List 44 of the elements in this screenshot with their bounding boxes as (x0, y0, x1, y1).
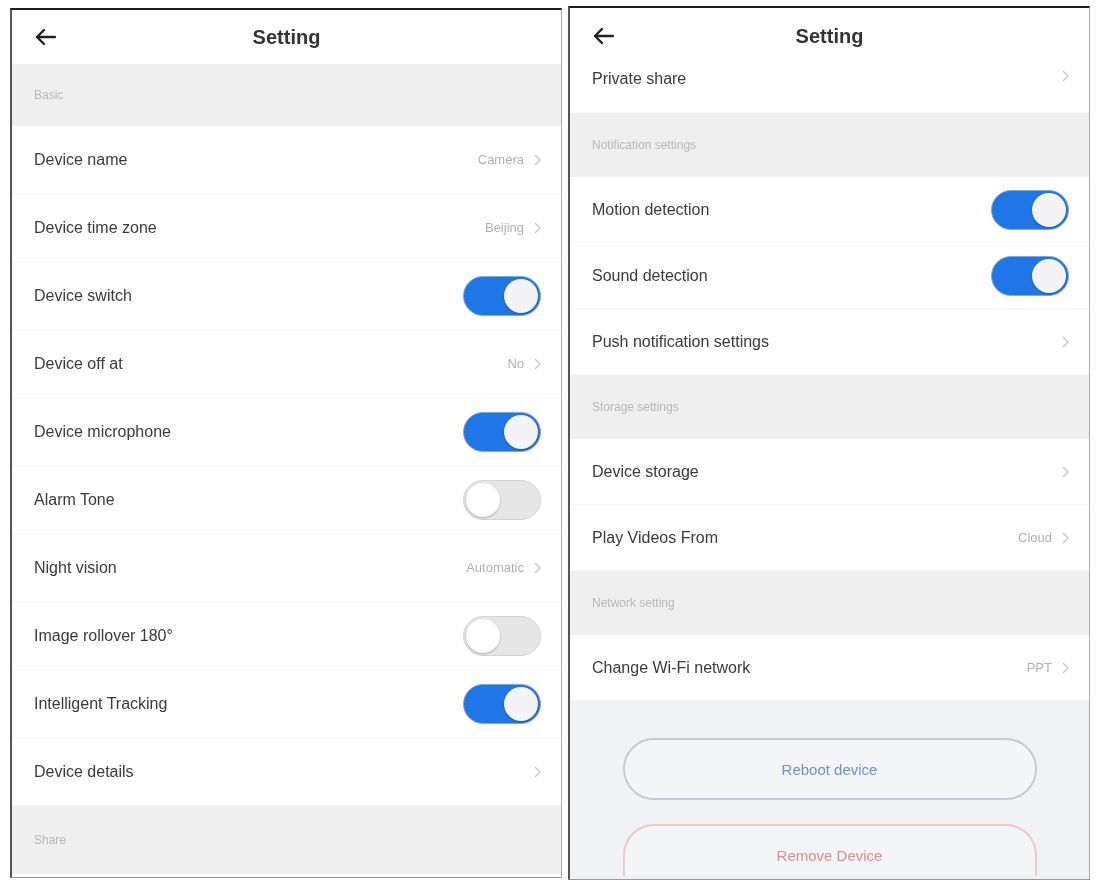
chevron-icon (534, 765, 541, 778)
toggle-switch[interactable] (463, 683, 541, 724)
setting-value: Camera (477, 152, 524, 167)
setting-label: Device microphone (34, 422, 172, 441)
setting-label[interactable]: Device storage (592, 462, 1062, 481)
toggle-switch[interactable] (463, 615, 541, 656)
back-arrow-icon[interactable] (34, 28, 56, 46)
setting-label: Sound detection (592, 266, 709, 285)
toggle-switch[interactable] (463, 275, 541, 316)
setting-label[interactable]: Device name (34, 150, 478, 169)
setting-label[interactable]: Play Videos From (592, 528, 1019, 547)
setting-label[interactable]: Device off at (34, 354, 508, 373)
screen-title: Setting (795, 24, 864, 48)
chevron-icon (1062, 70, 1069, 82)
setting-label: Alarm Tone (34, 490, 116, 509)
chevron-icon (1062, 531, 1069, 544)
setting-label: Motion detection (592, 200, 711, 219)
setting-label[interactable]: Push notification settings (592, 332, 1062, 351)
toggle-switch[interactable] (463, 479, 541, 520)
setting-label[interactable]: Change Wi-Fi network (592, 658, 1027, 677)
chevron-icon (1062, 661, 1069, 674)
toggle-switch[interactable] (463, 411, 541, 452)
setting-value: PPT (1026, 660, 1052, 675)
chevron-icon (534, 153, 541, 166)
setting-value: No (507, 356, 524, 371)
setting-value: Cloud (1018, 530, 1052, 545)
setting-value: Beijing (484, 220, 524, 235)
chevron-icon (534, 561, 541, 574)
toggle-switch[interactable] (991, 189, 1069, 230)
setting-label[interactable]: Device time zone (34, 218, 485, 237)
chevron-icon (534, 357, 541, 370)
back-arrow-icon[interactable] (592, 27, 614, 45)
setting-label[interactable]: Private share (592, 70, 1062, 88)
setting-label[interactable]: Night vision (34, 558, 467, 577)
chevron-icon (534, 221, 541, 234)
setting-label: Intelligent Tracking (34, 694, 169, 713)
setting-label: Device switch (34, 286, 133, 305)
setting-label: Image rollover 180° (34, 626, 174, 645)
screen-title: Setting (252, 25, 321, 49)
setting-label[interactable]: Device details (34, 762, 534, 781)
chevron-icon (1062, 465, 1069, 478)
chevron-icon (1062, 335, 1069, 348)
setting-value: Automatic (466, 560, 524, 575)
toggle-switch[interactable] (991, 255, 1069, 296)
